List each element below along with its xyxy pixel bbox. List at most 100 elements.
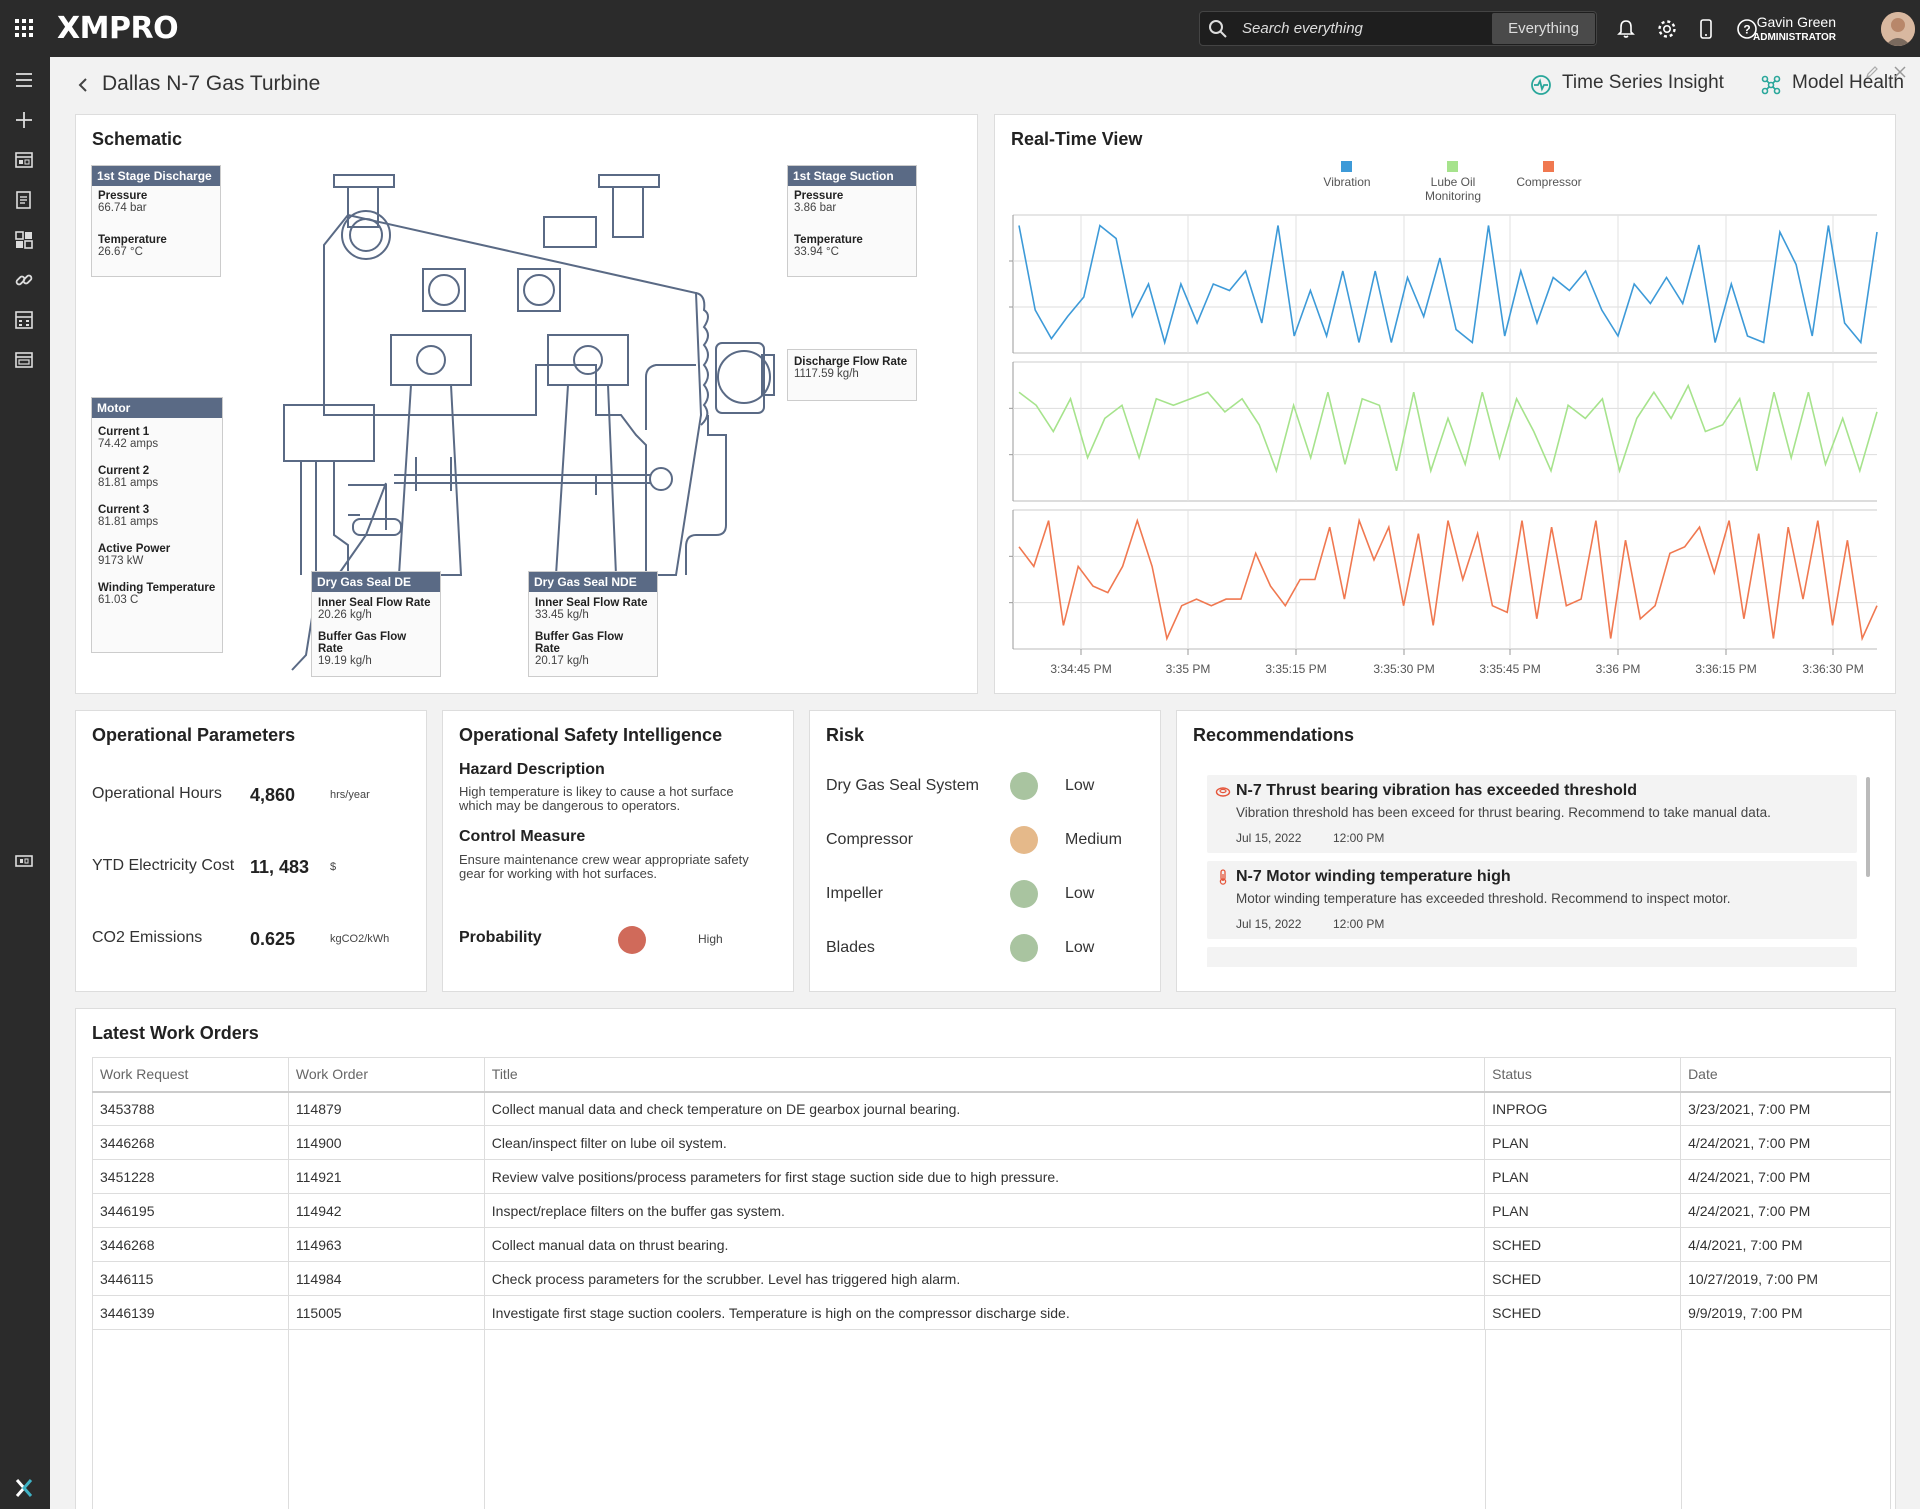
tag-label: Buffer Gas Flow Rate — [318, 631, 407, 655]
status-cell: PLAN — [1484, 1193, 1682, 1228]
recommendation-card[interactable]: N-7 Motor winding temperature high Motor… — [1207, 861, 1857, 939]
column-header[interactable]: Date — [1680, 1057, 1891, 1093]
calculator-icon[interactable] — [13, 309, 35, 331]
tag-label: Pressure — [98, 190, 148, 202]
recommendation-card[interactable]: N-7 Thrust bearing vibration has exceede… — [1207, 775, 1857, 853]
tag-value: 1117.59 kg/h — [794, 368, 859, 380]
user-name[interactable]: Gavin Green — [1757, 14, 1836, 30]
tag-title: Dry Gas Seal NDE — [529, 572, 657, 592]
column-header[interactable]: Title — [483, 1057, 1486, 1093]
back-chevron-icon[interactable] — [76, 75, 90, 95]
work-order-cell: 115005 — [287, 1295, 485, 1330]
risk-indicator — [1010, 826, 1038, 854]
status-cell: SCHED — [1484, 1295, 1682, 1330]
tag-label: Current 3 — [98, 504, 150, 516]
bell-icon[interactable] — [1615, 18, 1637, 40]
data-stream-icon[interactable] — [13, 850, 35, 872]
table-row[interactable]: 3453788 114879 Collect manual data and c… — [92, 1091, 1891, 1126]
hazard-description: High temperature is likey to cause a hot… — [459, 784, 734, 813]
work-order-cell: 114879 — [287, 1091, 485, 1126]
bearing-icon — [1215, 787, 1231, 797]
tag-title: Dry Gas Seal DE — [312, 572, 440, 592]
app-designer-icon[interactable] — [13, 349, 35, 371]
column-header[interactable]: Work Request — [92, 1057, 289, 1093]
tag-value: 20.17 kg/h — [535, 655, 589, 667]
sidebar — [0, 57, 50, 1509]
title-cell: Clean/inspect filter on lube oil system. — [483, 1125, 1486, 1160]
recommendation-card[interactable] — [1207, 947, 1857, 967]
tag-motor[interactable]: Motor Current 1 74.42 amps Current 2 81.… — [91, 397, 223, 653]
recommendations-scrollbar[interactable] — [1866, 777, 1870, 877]
model-health-label: Model Health — [1792, 72, 1904, 93]
risk-panel: Risk Dry Gas Seal System Low Compressor … — [809, 710, 1161, 992]
series-line-lube-oil-monitoring — [1018, 383, 1878, 474]
widgets-icon[interactable] — [13, 229, 35, 251]
tag-title: 1st Stage Suction — [788, 166, 916, 186]
tag-1st-stage-discharge[interactable]: 1st Stage Discharge Pressure 66.74 bar T… — [91, 165, 221, 277]
realtime-panel: Real-Time View Vibration Lube Oil Monitor… — [994, 114, 1896, 694]
table-header-row: Work Request Work Order Title Status Dat… — [92, 1057, 1891, 1093]
table-row[interactable]: 3446268 114900 Clean/inspect filter on l… — [92, 1125, 1891, 1160]
tag-value: 9173 kW — [98, 555, 144, 567]
status-cell: SCHED — [1484, 1227, 1682, 1262]
tag-label: Current 1 — [98, 426, 150, 438]
search-scope-dropdown[interactable]: Everything — [1492, 13, 1595, 44]
tag-discharge-flow-rate[interactable]: Discharge Flow Rate 1117.59 kg/h — [787, 349, 917, 401]
tag-1st-stage-suction[interactable]: 1st Stage Suction Pressure 3.86 bar Temp… — [787, 165, 917, 277]
column-header[interactable]: Work Order — [287, 1057, 485, 1093]
document-icon[interactable] — [13, 189, 35, 211]
mobile-icon[interactable] — [1695, 18, 1717, 40]
edit-icon[interactable] — [1865, 65, 1879, 79]
table-row[interactable]: 3451228 114921 Review valve positions/pr… — [92, 1159, 1891, 1194]
op-param-value: 4,860 — [250, 785, 296, 805]
xmpro-logo-icon[interactable] — [13, 1477, 35, 1499]
work-order-cell: 114963 — [287, 1227, 485, 1262]
table-row[interactable]: 3446268 114963 Collect manual data on th… — [92, 1227, 1891, 1262]
page-header: Dallas N-7 Gas Turbine Time Series Insig… — [50, 57, 1920, 113]
add-icon[interactable] — [13, 109, 35, 131]
gear-icon[interactable] — [1656, 18, 1678, 40]
realtime-chart[interactable]: 3:34:45 PM 3:35 PM 3:35:15 PM 3:35:30 PM 3:3… — [995, 115, 1897, 695]
tag-label: Temperature — [794, 234, 863, 246]
op-param-label: CO2 Emissions — [92, 929, 203, 946]
search-input[interactable] — [1242, 12, 1492, 45]
status-cell: PLAN — [1484, 1159, 1682, 1194]
status-cell: PLAN — [1484, 1125, 1682, 1160]
risk-level: Low — [1065, 939, 1095, 956]
op-param-value: 11, 483 — [250, 857, 310, 877]
op-param-unit: hrs/year — [330, 789, 370, 801]
dashboard-icon[interactable] — [13, 149, 35, 171]
table-row[interactable]: 3446195 114942 Inspect/replace filters o… — [92, 1193, 1891, 1228]
probability-label: Probability — [459, 929, 542, 946]
tag-label: Inner Seal Flow Rate — [318, 597, 431, 609]
table-row[interactable]: 3446139 115005 Investigate first stage s… — [92, 1295, 1891, 1330]
work-request-cell: 3446268 — [92, 1227, 289, 1262]
tag-value: 20.26 kg/h — [318, 609, 372, 621]
column-header[interactable]: Status — [1484, 1057, 1682, 1093]
search-icon[interactable] — [1208, 19, 1228, 39]
tag-label: Buffer Gas Flow Rate — [535, 631, 624, 655]
control-heading: Control Measure — [459, 828, 586, 845]
time-series-insight-label: Time Series Insight — [1562, 72, 1724, 93]
tag-dry-gas-seal-nde[interactable]: Dry Gas Seal NDE Inner Seal Flow Rate 33… — [528, 571, 658, 677]
table-row[interactable]: 3446115 114984 Check process parameters … — [92, 1261, 1891, 1296]
risk-item-label: Blades — [826, 939, 875, 956]
app-logo[interactable]: XMPRO — [57, 11, 179, 46]
recommendations-list[interactable]: N-7 Thrust bearing vibration has exceede… — [1207, 775, 1861, 967]
link-icon[interactable] — [13, 269, 35, 291]
risk-title: Risk — [826, 725, 865, 745]
tag-label: Temperature — [98, 234, 167, 246]
recommendation-date: Jul 15, 2022 — [1236, 917, 1302, 931]
menu-icon[interactable] — [13, 69, 35, 91]
top-bar: XMPRO Everything ? Gavin Green ADMINISTR… — [0, 0, 1920, 57]
close-icon[interactable] — [1893, 65, 1907, 79]
work-orders-panel: Latest Work Orders Work Request Work Ord… — [75, 1008, 1896, 1509]
tag-dry-gas-seal-de[interactable]: Dry Gas Seal DE Inner Seal Flow Rate 20.… — [311, 571, 441, 677]
tag-value: 74.42 amps — [98, 438, 159, 450]
avatar[interactable] — [1881, 12, 1915, 46]
risk-indicator — [1010, 772, 1038, 800]
x-tick-label: 3:36:30 PM — [1802, 662, 1863, 676]
tag-value: 66.74 bar — [98, 202, 147, 214]
date-cell: 10/27/2019, 7:00 PM — [1680, 1261, 1891, 1296]
apps-grid-icon[interactable] — [14, 18, 34, 38]
